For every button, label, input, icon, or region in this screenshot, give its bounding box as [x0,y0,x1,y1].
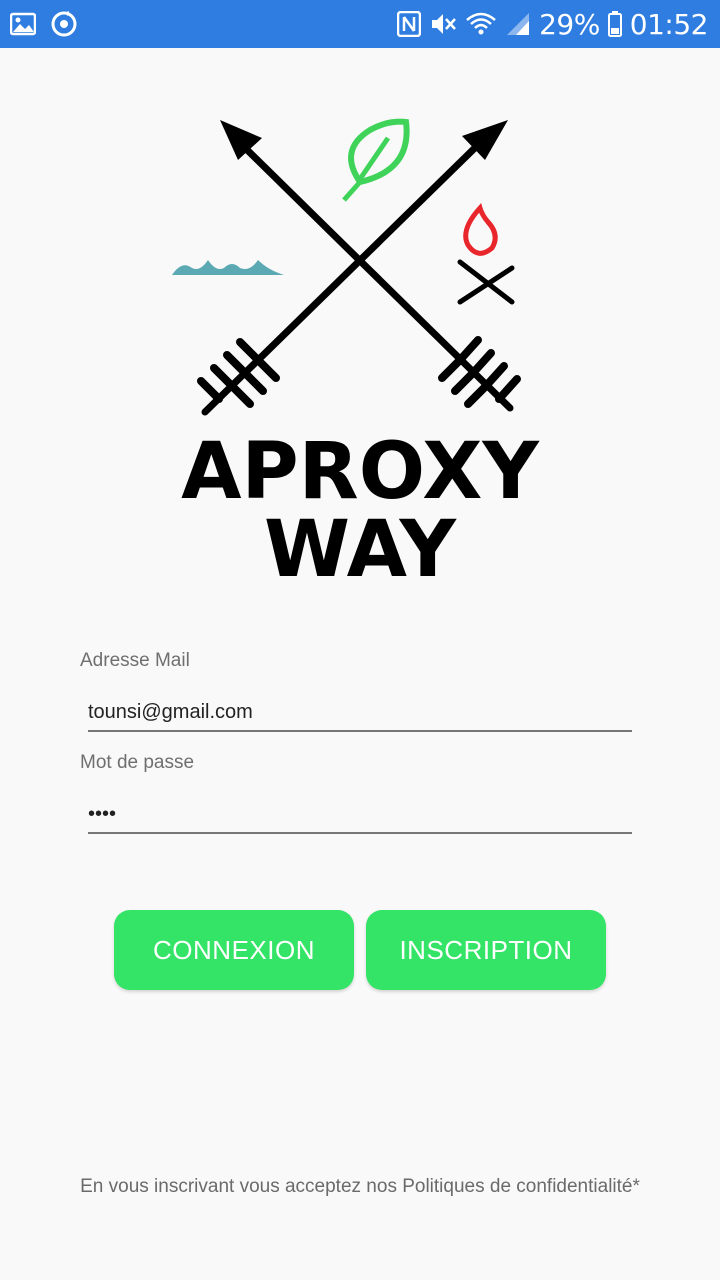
battery-icon [607,11,622,37]
campfire-sticks-icon [457,259,515,305]
sync-icon [51,11,77,37]
logo-text-way: WAY [264,505,457,590]
vibrate-icon [432,14,456,34]
password-field[interactable] [88,796,632,834]
clock: 01:52 [629,7,709,41]
inscription-button[interactable]: INSCRIPTION [366,910,606,990]
waves-icon [172,260,284,275]
leaf-icon [342,118,410,202]
signal-icon [507,13,530,35]
email-field[interactable] [88,694,632,732]
privacy-policy-notice[interactable]: En vous inscrivant vous acceptez nos Pol… [0,1176,720,1198]
image-icon [10,12,36,36]
flame-icon [463,202,498,256]
connexion-button[interactable]: CONNEXION [114,910,354,990]
aproxy-way-logo: APROXY WAY [172,118,540,590]
password-label: Mot de passe [80,752,195,773]
nfc-icon [397,11,422,37]
logo-text-aproxy: APROXY [181,427,540,517]
wifi-icon [466,12,496,35]
battery-percentage: 29% [539,7,600,41]
status-bar: 29% 01:52 [0,0,720,48]
email-label: Adresse Mail [80,650,190,671]
